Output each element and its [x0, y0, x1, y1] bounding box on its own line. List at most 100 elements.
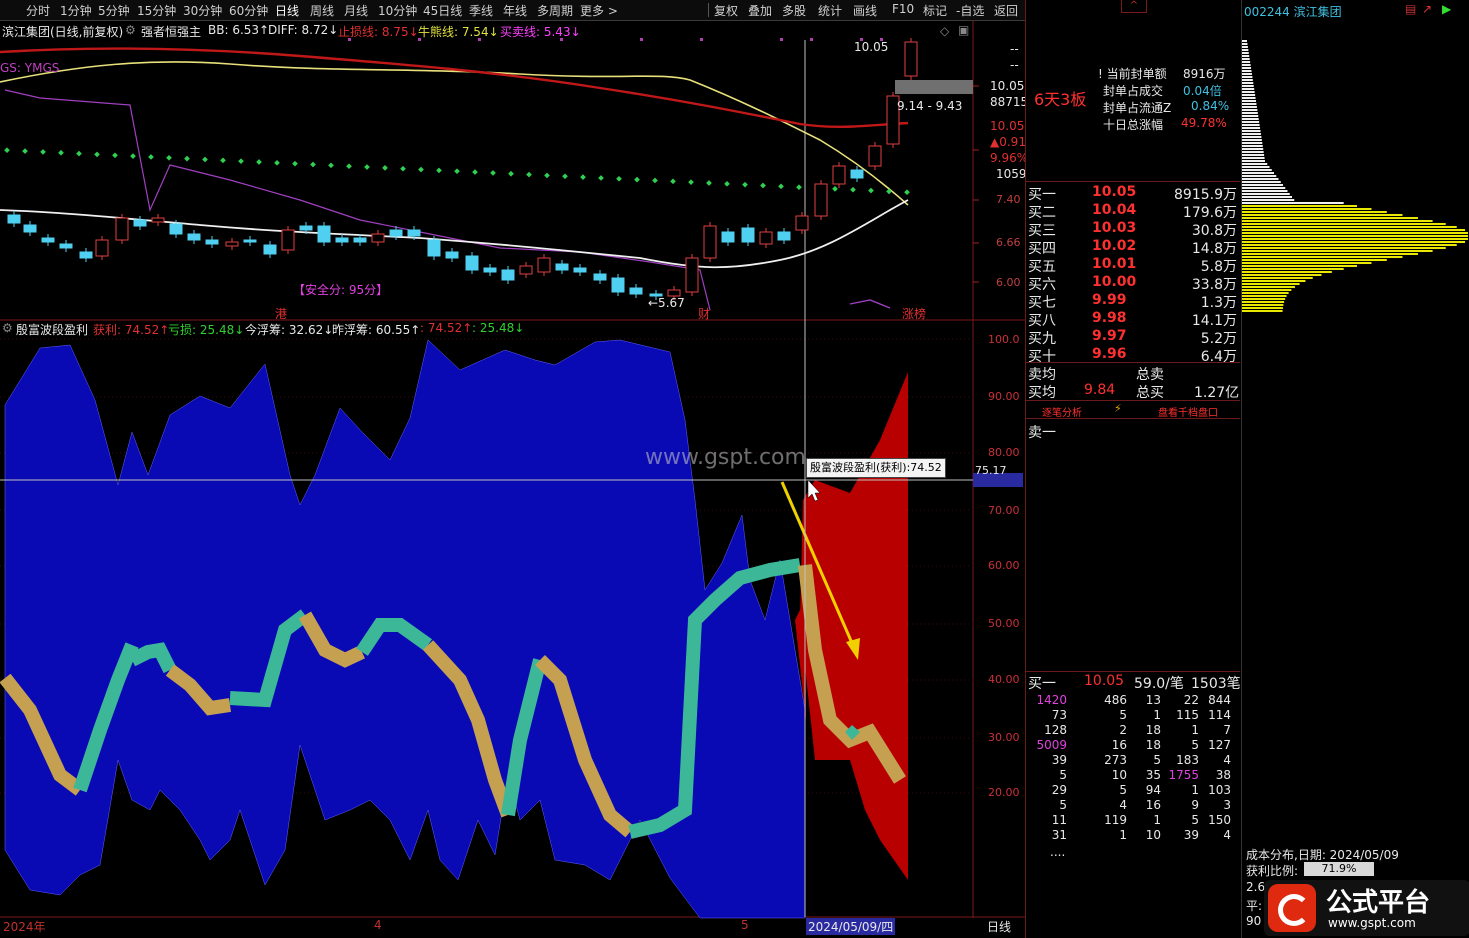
- sub-indicator-name[interactable]: 殷富波段盈利: [16, 321, 88, 338]
- chip-bar: [1242, 76, 1253, 78]
- play-icon[interactable]: ▶: [1442, 2, 1451, 16]
- chip-bar: [1242, 277, 1313, 279]
- seal-float: 0.84%: [1191, 99, 1230, 113]
- profit-ratio-label: 获利比例:: [1246, 864, 1299, 878]
- ma-dot: [310, 161, 316, 168]
- candle: [483, 267, 497, 273]
- chip-bar: [1242, 244, 1457, 246]
- ma-dot: [778, 183, 784, 190]
- bid-volume: 6.4万: [1200, 349, 1237, 365]
- doc-icon[interactable]: ▤: [1405, 2, 1416, 16]
- candle: [205, 239, 219, 245]
- cost-row-3: 90: [1246, 914, 1262, 928]
- draw-button[interactable]: 画线: [853, 2, 877, 19]
- tab-30min[interactable]: 30分钟: [183, 2, 222, 19]
- chip-bar: [1242, 166, 1270, 168]
- mark-button[interactable]: 标记: [923, 2, 947, 19]
- chip-bar: [1242, 103, 1257, 105]
- restore-button[interactable]: 复权: [714, 2, 738, 19]
- overlay-button[interactable]: 叠加: [748, 2, 772, 19]
- tab-monthly[interactable]: 月线: [344, 2, 368, 19]
- multi-stock-button[interactable]: 多股: [782, 2, 806, 19]
- stoploss-value: 止损线: 8.75↓: [338, 25, 419, 39]
- bid-row[interactable]: 买八 9.98 14.1万: [1026, 310, 1240, 329]
- f10-button[interactable]: F10: [892, 2, 914, 16]
- collapse-button[interactable]: ^: [1121, 0, 1147, 13]
- price-axis-label: 9.96%: [990, 151, 1029, 165]
- chip-bar: [1242, 61, 1251, 63]
- candle: [95, 239, 109, 257]
- candle: [519, 265, 533, 275]
- bid-row[interactable]: 买九 9.97 5.2万: [1026, 328, 1240, 347]
- tab-10min[interactable]: 10分钟: [378, 2, 417, 19]
- period-label[interactable]: 日线: [987, 918, 1011, 935]
- self-select-button[interactable]: -自选: [956, 2, 984, 19]
- tab-weekly[interactable]: 周线: [310, 2, 334, 19]
- tag-cai: 财: [698, 307, 711, 321]
- bid-price: 10.00: [1092, 274, 1137, 290]
- window-icon[interactable]: ▣: [958, 23, 969, 37]
- chip-bar: [1242, 118, 1259, 120]
- arrow-icon[interactable]: ↗: [1422, 2, 1432, 16]
- chip-bar: [1242, 265, 1357, 267]
- candle: [537, 257, 551, 273]
- chip-bar: [1242, 73, 1252, 75]
- bid-row[interactable]: 买四 10.02 14.8万: [1026, 238, 1240, 257]
- bid-row[interactable]: 买二 10.04 179.6万: [1026, 202, 1240, 221]
- tick-analysis-link[interactable]: 逐笔分析: [1042, 404, 1082, 419]
- tab-fenshi[interactable]: 分时: [26, 2, 50, 19]
- diamond-icon[interactable]: ◇: [940, 24, 949, 38]
- bid-row[interactable]: 买三 10.03 30.8万: [1026, 220, 1240, 239]
- queue-cell: 2: [1119, 723, 1127, 737]
- queue-cell: 5: [1191, 813, 1199, 827]
- candle: [407, 229, 421, 237]
- indicator-name[interactable]: 强者恒强主: [141, 23, 201, 40]
- chip-bar: [1242, 106, 1257, 108]
- chip-bar: [1242, 295, 1287, 297]
- ma-dot: [202, 156, 208, 163]
- bid-row[interactable]: 买七 9.99 1.3万: [1026, 292, 1240, 311]
- tab-daily[interactable]: 日线: [275, 2, 299, 19]
- tab-60min[interactable]: 60分钟: [229, 2, 268, 19]
- queue-cell: 10: [1111, 768, 1127, 782]
- buy-sell-value: 买卖线: 5.43↓: [500, 25, 581, 39]
- bid-row[interactable]: 买五 10.01 5.8万: [1026, 256, 1240, 275]
- chip-bar: [1242, 82, 1254, 84]
- chip-bar: [1242, 100, 1256, 102]
- queue-cell: 103: [1208, 783, 1231, 797]
- tab-1min[interactable]: 1分钟: [60, 2, 92, 19]
- tab-15min[interactable]: 15分钟: [137, 2, 176, 19]
- low-price-note: ←5.67: [648, 296, 685, 310]
- stats-button[interactable]: 统计: [818, 2, 842, 19]
- queue-cell: 94: [1145, 783, 1161, 797]
- tab-5min[interactable]: 5分钟: [98, 2, 130, 19]
- queue-cell: 5: [1119, 708, 1127, 722]
- chip-bar: [1242, 247, 1446, 249]
- depth-link[interactable]: 盘看千档盘口: [1158, 404, 1218, 419]
- queue-per: 59.0/笔: [1134, 676, 1184, 692]
- tab-45day[interactable]: 45日线: [423, 2, 462, 19]
- bid-row[interactable]: 买六 10.00 33.8万: [1026, 274, 1240, 293]
- ma-dot: [292, 160, 298, 167]
- ma-dot: [688, 179, 694, 185]
- lightning-icon[interactable]: ⚡: [1114, 402, 1122, 415]
- settings-icon[interactable]: ⚙: [125, 23, 136, 37]
- back-button[interactable]: 返回: [994, 2, 1018, 19]
- tab-more[interactable]: 更多 >: [580, 2, 618, 19]
- tab-season[interactable]: 季线: [469, 2, 493, 19]
- chip-bar: [1242, 94, 1256, 96]
- tab-year[interactable]: 年线: [503, 2, 527, 19]
- cost-title: 成本分布,日期: 2024/05/09: [1246, 848, 1399, 862]
- ma-dot: [382, 165, 388, 171]
- chip-bar: [1242, 130, 1261, 132]
- bid-volume: 33.8万: [1191, 277, 1237, 293]
- ma-dot: [850, 186, 856, 193]
- queue-cell: 5: [1059, 768, 1067, 782]
- candle: [187, 233, 201, 241]
- tab-multi[interactable]: 多周期: [537, 2, 573, 19]
- chip-bar: [1242, 49, 1249, 51]
- bid-row[interactable]: 买一 10.05 8915.9万: [1026, 184, 1240, 203]
- kline-chart-area[interactable]: 滨江集团(日线,前复权) ⚙ 强者恒强主 BB: 6.53↑ DIFF: 8.7…: [0, 20, 1029, 938]
- sub-settings-icon[interactable]: ⚙: [2, 321, 13, 335]
- chip-bar: [1242, 70, 1252, 72]
